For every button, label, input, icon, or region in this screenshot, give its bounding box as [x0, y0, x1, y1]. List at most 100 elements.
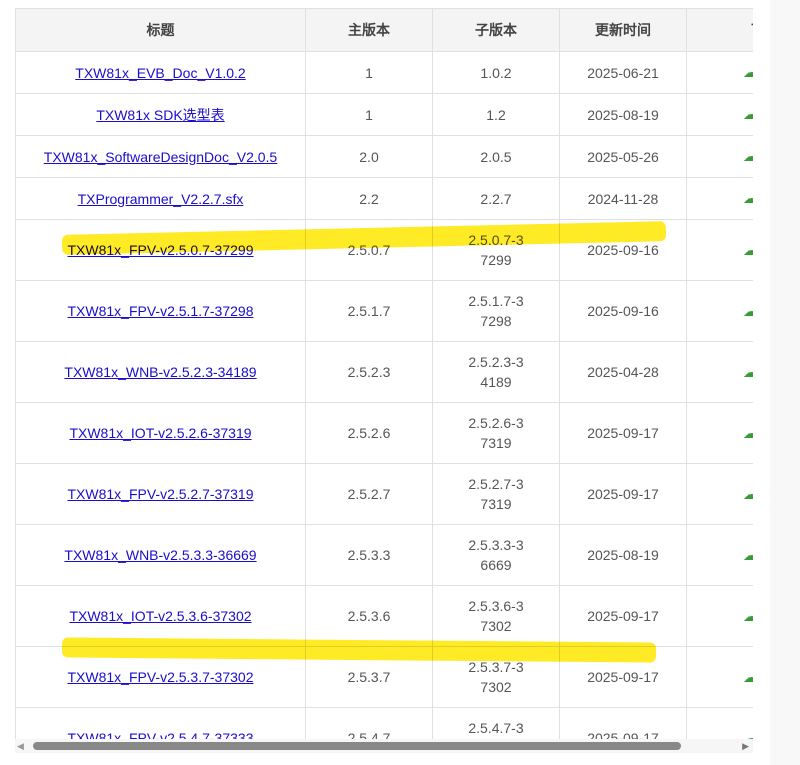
page-margin	[770, 0, 800, 765]
header-minor[interactable]: 子版本	[432, 8, 560, 52]
scroll-right-icon[interactable]: ▶	[742, 741, 749, 752]
download-cell: ☁	[686, 524, 753, 586]
update-date: 2025-06-21	[559, 51, 687, 94]
download-cell: ☁	[686, 463, 753, 525]
download-cell: ☁	[686, 341, 753, 403]
table-header: 标题 主版本 子版本 更新时间 下载	[15, 8, 753, 52]
table-row: TXW81x_FPV-v2.5.2.7-37319 2.5.2.7 2.5.2.…	[15, 463, 753, 525]
file-link[interactable]: TXW81x_FPV-v2.5.1.7-37298	[68, 303, 254, 319]
major-version: 2.5.2.3	[305, 341, 433, 403]
title-cell: TXW81x_EVB_Doc_V1.0.2	[15, 51, 306, 94]
cloud-download-icon[interactable]: ☁	[743, 242, 753, 258]
table-row: TXW81x_SoftwareDesignDoc_V2.0.5 2.0 2.0.…	[15, 135, 753, 178]
file-link[interactable]: TXW81x_FPV-v2.5.3.7-37302	[68, 669, 254, 685]
download-cell: ☁	[686, 402, 753, 464]
title-cell: TXW81x SDK选型表	[15, 93, 306, 136]
minor-version: 2.5.2.3-34189	[468, 354, 524, 390]
title-cell: TXW81x_SoftwareDesignDoc_V2.0.5	[15, 135, 306, 178]
header-download[interactable]: 下载	[686, 8, 753, 52]
file-link[interactable]: TXW81x_EVB_Doc_V1.0.2	[75, 65, 245, 81]
minor-version-cell: 2.5.2.6-37319	[432, 402, 560, 464]
minor-version: 2.5.1.7-37298	[468, 293, 524, 329]
file-link[interactable]: TXW81x SDK选型表	[96, 107, 224, 123]
header-major[interactable]: 主版本	[305, 8, 433, 52]
title-cell: TXW81x_FPV-v2.5.2.7-37319	[15, 463, 306, 525]
cloud-download-icon[interactable]: ☁	[743, 106, 753, 122]
major-version: 2.0	[305, 135, 433, 178]
minor-version: 2.5.3.3-36669	[468, 537, 524, 573]
file-link[interactable]: TXW81x_IOT-v2.5.2.6-37319	[69, 425, 251, 441]
download-cell: ☁	[686, 280, 753, 342]
minor-version-cell: 2.5.2.3-34189	[432, 341, 560, 403]
minor-version-cell: 2.2.7	[432, 177, 560, 220]
title-cell: TXProgrammer_V2.2.7.sfx	[15, 177, 306, 220]
minor-version: 2.2.7	[480, 190, 512, 207]
update-date: 2025-09-17	[559, 402, 687, 464]
cloud-download-icon[interactable]: ☁	[743, 547, 753, 563]
major-version: 2.5.2.7	[305, 463, 433, 525]
file-link[interactable]: TXW81x_FPV-v2.5.2.7-37319	[68, 486, 254, 502]
cloud-download-icon[interactable]: ☁	[743, 425, 753, 441]
update-date: 2025-08-19	[559, 93, 687, 136]
download-cell: ☁	[686, 93, 753, 136]
header-title[interactable]: 标题	[15, 8, 306, 52]
major-version: 2.5.3.6	[305, 585, 433, 647]
minor-version-cell: 2.5.1.7-37298	[432, 280, 560, 342]
download-cell: ☁	[686, 177, 753, 220]
table-row: TXW81x_EVB_Doc_V1.0.2 1 1.0.2 2025-06-21…	[15, 51, 753, 94]
cloud-download-icon[interactable]: ☁	[743, 148, 753, 164]
minor-version-cell: 2.5.2.7-37319	[432, 463, 560, 525]
major-version: 1	[305, 51, 433, 94]
download-cell: ☁	[686, 646, 753, 708]
file-link[interactable]: TXProgrammer_V2.2.7.sfx	[78, 191, 244, 207]
minor-version: 2.0.5	[480, 148, 512, 165]
minor-version: 1.0.2	[480, 64, 512, 81]
cloud-download-icon[interactable]: ☁	[743, 608, 753, 624]
download-cell: ☁	[686, 585, 753, 647]
scrollbar-thumb[interactable]	[33, 742, 681, 750]
table-row: TXW81x_WNB-v2.5.3.3-36669 2.5.3.3 2.5.3.…	[15, 524, 753, 586]
download-cell: ☁	[686, 219, 753, 281]
update-date: 2025-09-16	[559, 280, 687, 342]
minor-version: 2.5.2.6-37319	[468, 415, 524, 451]
update-date: 2025-09-17	[559, 463, 687, 525]
horizontal-scrollbar[interactable]: ◀ ▶	[15, 739, 753, 753]
title-cell: TXW81x_IOT-v2.5.2.6-37319	[15, 402, 306, 464]
file-link[interactable]: TXW81x_SoftwareDesignDoc_V2.0.5	[44, 149, 277, 165]
table-row: TXW81x_WNB-v2.5.2.3-34189 2.5.2.3 2.5.2.…	[15, 341, 753, 403]
update-date: 2024-11-28	[559, 177, 687, 220]
cloud-download-icon[interactable]: ☁	[743, 64, 753, 80]
download-cell: ☁	[686, 135, 753, 178]
major-version: 1	[305, 93, 433, 136]
table-row: TXW81x_IOT-v2.5.2.6-37319 2.5.2.6 2.5.2.…	[15, 402, 753, 464]
header-date[interactable]: 更新时间	[559, 8, 687, 52]
cloud-download-icon[interactable]: ☁	[743, 303, 753, 319]
update-date: 2025-09-17	[559, 585, 687, 647]
minor-version: 2.5.3.6-37302	[468, 598, 524, 634]
minor-version-cell: 2.5.3.3-36669	[432, 524, 560, 586]
cloud-download-icon[interactable]: ☁	[743, 486, 753, 502]
major-version: 2.5.1.7	[305, 280, 433, 342]
cloud-download-icon[interactable]: ☁	[743, 364, 753, 380]
minor-version: 1.2	[486, 106, 506, 123]
minor-version-cell: 2.5.3.6-37302	[432, 585, 560, 647]
cloud-download-icon[interactable]: ☁	[743, 190, 753, 206]
file-link[interactable]: TXW81x_WNB-v2.5.3.3-36669	[64, 547, 256, 563]
minor-version-cell: 1.0.2	[432, 51, 560, 94]
file-link[interactable]: TXW81x_IOT-v2.5.3.6-37302	[69, 608, 251, 624]
download-cell: ☁	[686, 51, 753, 94]
minor-version-cell: 1.2	[432, 93, 560, 136]
minor-version-cell: 2.0.5	[432, 135, 560, 178]
file-link[interactable]: TXW81x_WNB-v2.5.2.3-34189	[64, 364, 256, 380]
title-cell: TXW81x_FPV-v2.5.1.7-37298	[15, 280, 306, 342]
update-date: 2025-04-28	[559, 341, 687, 403]
title-cell: TXW81x_WNB-v2.5.3.3-36669	[15, 524, 306, 586]
cloud-download-icon[interactable]: ☁	[743, 669, 753, 685]
major-version: 2.5.2.6	[305, 402, 433, 464]
table-row: TXW81x SDK选型表 1 1.2 2025-08-19 ☁	[15, 93, 753, 136]
table-row: TXProgrammer_V2.2.7.sfx 2.2 2.2.7 2024-1…	[15, 177, 753, 220]
minor-version: 2.5.3.7-37302	[468, 659, 524, 695]
update-date: 2025-05-26	[559, 135, 687, 178]
title-cell: TXW81x_WNB-v2.5.2.3-34189	[15, 341, 306, 403]
scroll-left-icon[interactable]: ◀	[17, 741, 24, 752]
